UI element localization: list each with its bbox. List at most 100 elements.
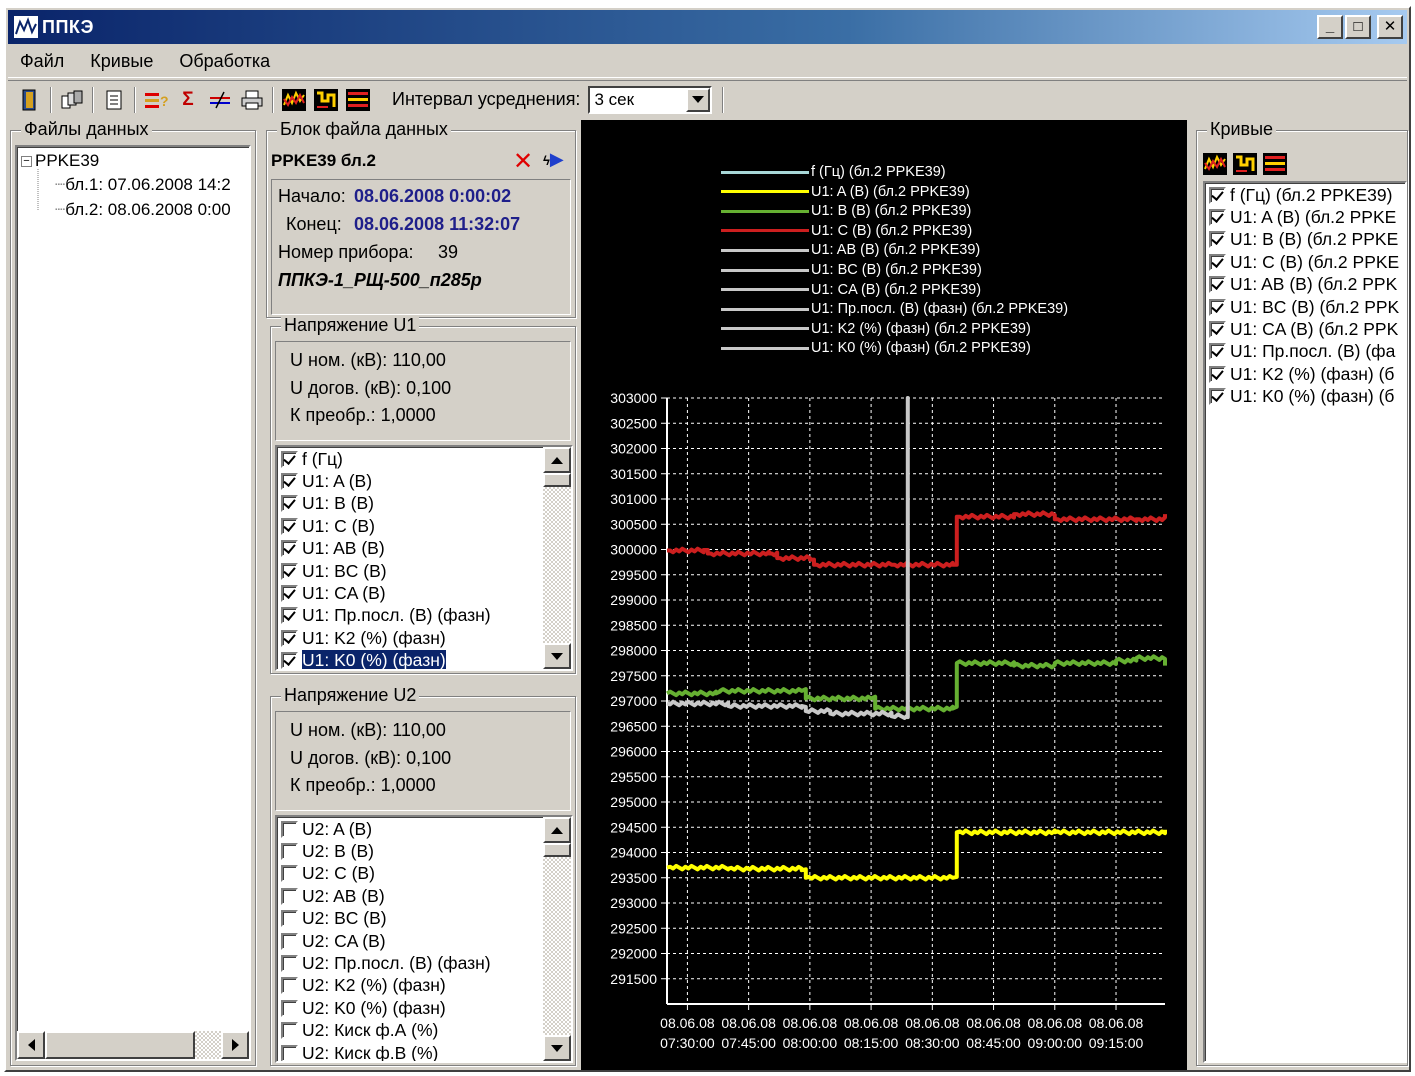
scroll-up-button[interactable] [543, 817, 571, 843]
list-item[interactable]: U1: AB (B) [277, 538, 571, 560]
scroll-down-button[interactable] [543, 1035, 571, 1061]
delete-icon[interactable]: ✕ [513, 147, 533, 176]
compare-icon[interactable] [207, 87, 233, 113]
list-item[interactable]: U1: CA (B) (бл.2 PPK [1205, 318, 1405, 340]
list-item[interactable]: U2: C (B) [277, 863, 571, 885]
menu-processing[interactable]: Обработка [177, 48, 272, 75]
checkbox[interactable] [1209, 321, 1226, 339]
scroll-right-button[interactable] [221, 1031, 249, 1059]
curves-yellow-icon[interactable] [313, 87, 339, 113]
u2-channel-list[interactable]: U2: A (B) U2: B (B) U2: C (B) U2: AB (B)… [275, 815, 573, 1063]
list-item[interactable]: U1: A (B) [277, 470, 571, 492]
checkbox[interactable] [281, 955, 298, 973]
report-icon[interactable] [101, 87, 127, 113]
list-item[interactable]: U1: B (B) (бл.2 PPKE [1205, 229, 1405, 251]
checkbox[interactable] [281, 999, 298, 1017]
menu-file[interactable]: Файл [18, 48, 66, 75]
list-item[interactable]: U2: B (B) [277, 840, 571, 862]
title-bar[interactable]: ППКЭ _ □ ✕ [8, 10, 1407, 44]
list-item[interactable]: U1: K2 (%) (фазн) (б [1205, 363, 1405, 385]
menu-curves[interactable]: Кривые [88, 48, 155, 75]
scroll-thumb[interactable] [45, 1031, 195, 1059]
list-item[interactable]: U1: Пр.посл. (В) (фа [1205, 341, 1405, 363]
curves-yellow-icon[interactable] [1233, 153, 1257, 180]
checkbox[interactable] [281, 585, 298, 603]
checkbox[interactable] [281, 495, 298, 513]
curves-list[interactable]: f (Гц) (бл.2 PPKE39) U1: A (B) (бл.2 PPK… [1203, 181, 1407, 1063]
database-icon[interactable] [59, 87, 85, 113]
curves-lines-icon[interactable] [1263, 153, 1287, 180]
list-item[interactable]: U2: Киск ф.В (%) [277, 1042, 571, 1061]
checkbox[interactable] [281, 977, 298, 995]
checkbox[interactable] [1209, 298, 1226, 316]
scroll-thumb[interactable] [543, 473, 571, 487]
scroll-up-button[interactable] [543, 447, 571, 473]
scroll-left-button[interactable] [17, 1031, 45, 1059]
checkbox[interactable] [281, 540, 298, 558]
play-icon[interactable]: ϟ▶ [543, 149, 564, 170]
checkbox[interactable] [281, 473, 298, 491]
checkbox[interactable] [1209, 253, 1226, 271]
print-icon[interactable] [239, 87, 265, 113]
scroll-down-button[interactable] [543, 643, 571, 669]
tree-item-block2[interactable]: ┈бл.2: 08.06.2008 0:00 [55, 200, 231, 220]
list-item[interactable]: U1: B (B) [277, 493, 571, 515]
checkbox[interactable] [1209, 388, 1226, 406]
list-item[interactable]: U1: Пр.посл. (В) (фазн) [277, 605, 571, 627]
list-item[interactable]: U2: Киск ф.А (%) [277, 1020, 571, 1042]
vertical-scrollbar[interactable] [543, 817, 571, 1061]
tree-item-block1[interactable]: ┈бл.1: 07.06.2008 14:2 [55, 175, 231, 195]
checkbox[interactable] [281, 562, 298, 580]
checkbox[interactable] [1209, 186, 1226, 204]
list-item[interactable]: f (Гц) (бл.2 PPKE39) [1205, 184, 1405, 206]
checkbox[interactable] [281, 629, 298, 647]
list-item[interactable]: U1: K0 (%) (фазн) (б [1205, 386, 1405, 408]
maximize-button[interactable]: □ [1345, 15, 1371, 39]
list-item[interactable]: U2: CA (B) [277, 930, 571, 952]
checkbox[interactable] [281, 865, 298, 883]
list-item[interactable]: U1: A (B) (бл.2 PPKE [1205, 206, 1405, 228]
checkbox[interactable] [281, 607, 298, 625]
collapse-icon[interactable]: − [21, 156, 32, 168]
checkbox[interactable] [1209, 231, 1226, 249]
checkbox[interactable] [281, 843, 298, 861]
checkbox[interactable] [281, 910, 298, 928]
vertical-scrollbar[interactable] [543, 447, 571, 669]
chart-panel[interactable]: f (Гц) (бл.2 PPKE39) U1: A (B) (бл.2 PPKE… [581, 120, 1187, 1070]
checkbox[interactable] [281, 517, 298, 535]
list-item[interactable]: U2: A (B) [277, 818, 571, 840]
chart-canvas[interactable]: 303000 302500 302000 301500 301000 300500 3000… [581, 120, 1187, 1070]
checkbox[interactable] [281, 820, 298, 838]
list-item[interactable]: U2: K2 (%) (фазн) [277, 975, 571, 997]
scroll-thumb[interactable] [543, 843, 571, 857]
checkbox[interactable] [281, 932, 298, 950]
chevron-down-icon[interactable] [686, 87, 711, 112]
curves-color-icon[interactable] [281, 87, 307, 113]
u1-channel-list[interactable]: f (Гц) U1: A (B) U1: B (B) U1: C (B) U1:… [275, 445, 573, 671]
curves-lines-icon[interactable] [345, 87, 371, 113]
checkbox[interactable] [281, 1022, 298, 1040]
checkbox[interactable] [1209, 276, 1226, 294]
checkbox[interactable] [281, 1044, 298, 1061]
list-item[interactable]: U2: Пр.посл. (В) (фазн) [277, 952, 571, 974]
checkbox[interactable] [1209, 209, 1226, 227]
exit-icon[interactable] [17, 87, 43, 113]
list-item[interactable]: U2: BC (B) [277, 908, 571, 930]
list-item[interactable]: U1: BC (B) [277, 560, 571, 582]
checkbox[interactable] [1209, 365, 1226, 383]
list-item[interactable]: U1: CA (B) [277, 582, 571, 604]
list-item[interactable]: U1: C (B) [277, 515, 571, 537]
checkbox[interactable] [1209, 343, 1226, 361]
list-item[interactable]: U1: K2 (%) (фазн) [277, 627, 571, 649]
interval-select[interactable]: 3 сек [588, 85, 713, 114]
minimize-button[interactable]: _ [1317, 15, 1343, 39]
horizontal-scrollbar[interactable] [17, 1031, 249, 1059]
list-item[interactable]: U1: BC (B) (бл.2 PPK [1205, 296, 1405, 318]
tree-root[interactable]: − PPKE39 [21, 151, 99, 171]
list-item-selected[interactable]: U1: K0 (%) (фазн) [277, 649, 571, 669]
curves-color-icon[interactable] [1203, 153, 1227, 180]
list-item[interactable]: U2: AB (B) [277, 885, 571, 907]
checkbox[interactable] [281, 887, 298, 905]
checkbox[interactable] [281, 652, 298, 669]
sum-icon[interactable]: Σ [175, 87, 201, 113]
